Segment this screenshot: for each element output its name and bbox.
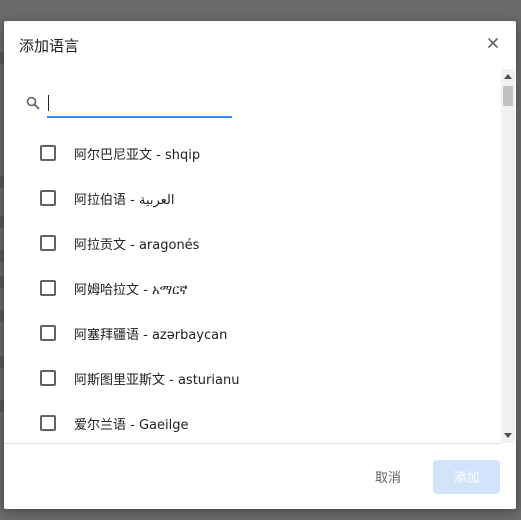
search-icon (26, 96, 40, 110)
scrollbar[interactable] (501, 69, 515, 443)
add-language-dialog: 添加语言 阿尔巴尼亚文 - shqip 阿拉伯语 - العربية 阿拉贡文 … (4, 21, 516, 509)
cancel-button[interactable]: 取消 (356, 460, 420, 494)
search-input[interactable] (47, 90, 232, 118)
text-caret (48, 95, 49, 111)
language-checkbox[interactable] (40, 415, 56, 431)
language-checkbox[interactable] (40, 235, 56, 251)
add-button[interactable]: 添加 (433, 460, 500, 494)
language-label: 阿尔巴尼亚文 - shqip (74, 148, 201, 163)
language-label: 阿塞拜疆语 - azərbaycan (74, 328, 228, 343)
language-label: 爱尔兰语 - Gaeilge (74, 418, 189, 433)
close-button[interactable] (484, 34, 502, 52)
language-label: 阿斯图里亚斯文 - asturianu (74, 373, 240, 388)
list-item[interactable]: 阿拉伯语 - العربية (4, 176, 501, 221)
language-label: 阿姆哈拉文 - አማርኛ (74, 283, 188, 298)
language-scroll-area: 阿尔巴尼亚文 - shqip 阿拉伯语 - العربية 阿拉贡文 - ara… (4, 69, 501, 443)
scrollbar-thumb[interactable] (503, 86, 513, 106)
scroll-up-arrow-icon[interactable] (504, 74, 512, 79)
list-item[interactable]: 阿拉贡文 - aragonés (4, 221, 501, 266)
scroll-down-arrow-icon[interactable] (504, 433, 512, 438)
language-checkbox[interactable] (40, 145, 56, 161)
dialog-title: 添加语言 (19, 37, 80, 55)
language-checkbox[interactable] (40, 370, 56, 386)
language-checkbox[interactable] (40, 190, 56, 206)
list-item[interactable]: 阿尔巴尼亚文 - shqip (4, 131, 501, 176)
list-item[interactable]: 阿斯图里亚斯文 - asturianu (4, 356, 501, 401)
search-field (26, 90, 232, 120)
language-list: 阿尔巴尼亚文 - shqip 阿拉伯语 - العربية 阿拉贡文 - ara… (4, 131, 501, 443)
language-label: 阿拉伯语 - العربية (74, 193, 175, 208)
language-checkbox[interactable] (40, 325, 56, 341)
language-label: 阿拉贡文 - aragonés (74, 238, 200, 253)
language-checkbox[interactable] (40, 280, 56, 296)
list-item[interactable]: 阿塞拜疆语 - azərbaycan (4, 311, 501, 356)
list-item[interactable]: 阿姆哈拉文 - አማርኛ (4, 266, 501, 311)
list-item[interactable]: 爱尔兰语 - Gaeilge (4, 401, 501, 443)
footer-divider (4, 443, 501, 444)
close-icon (488, 38, 498, 48)
